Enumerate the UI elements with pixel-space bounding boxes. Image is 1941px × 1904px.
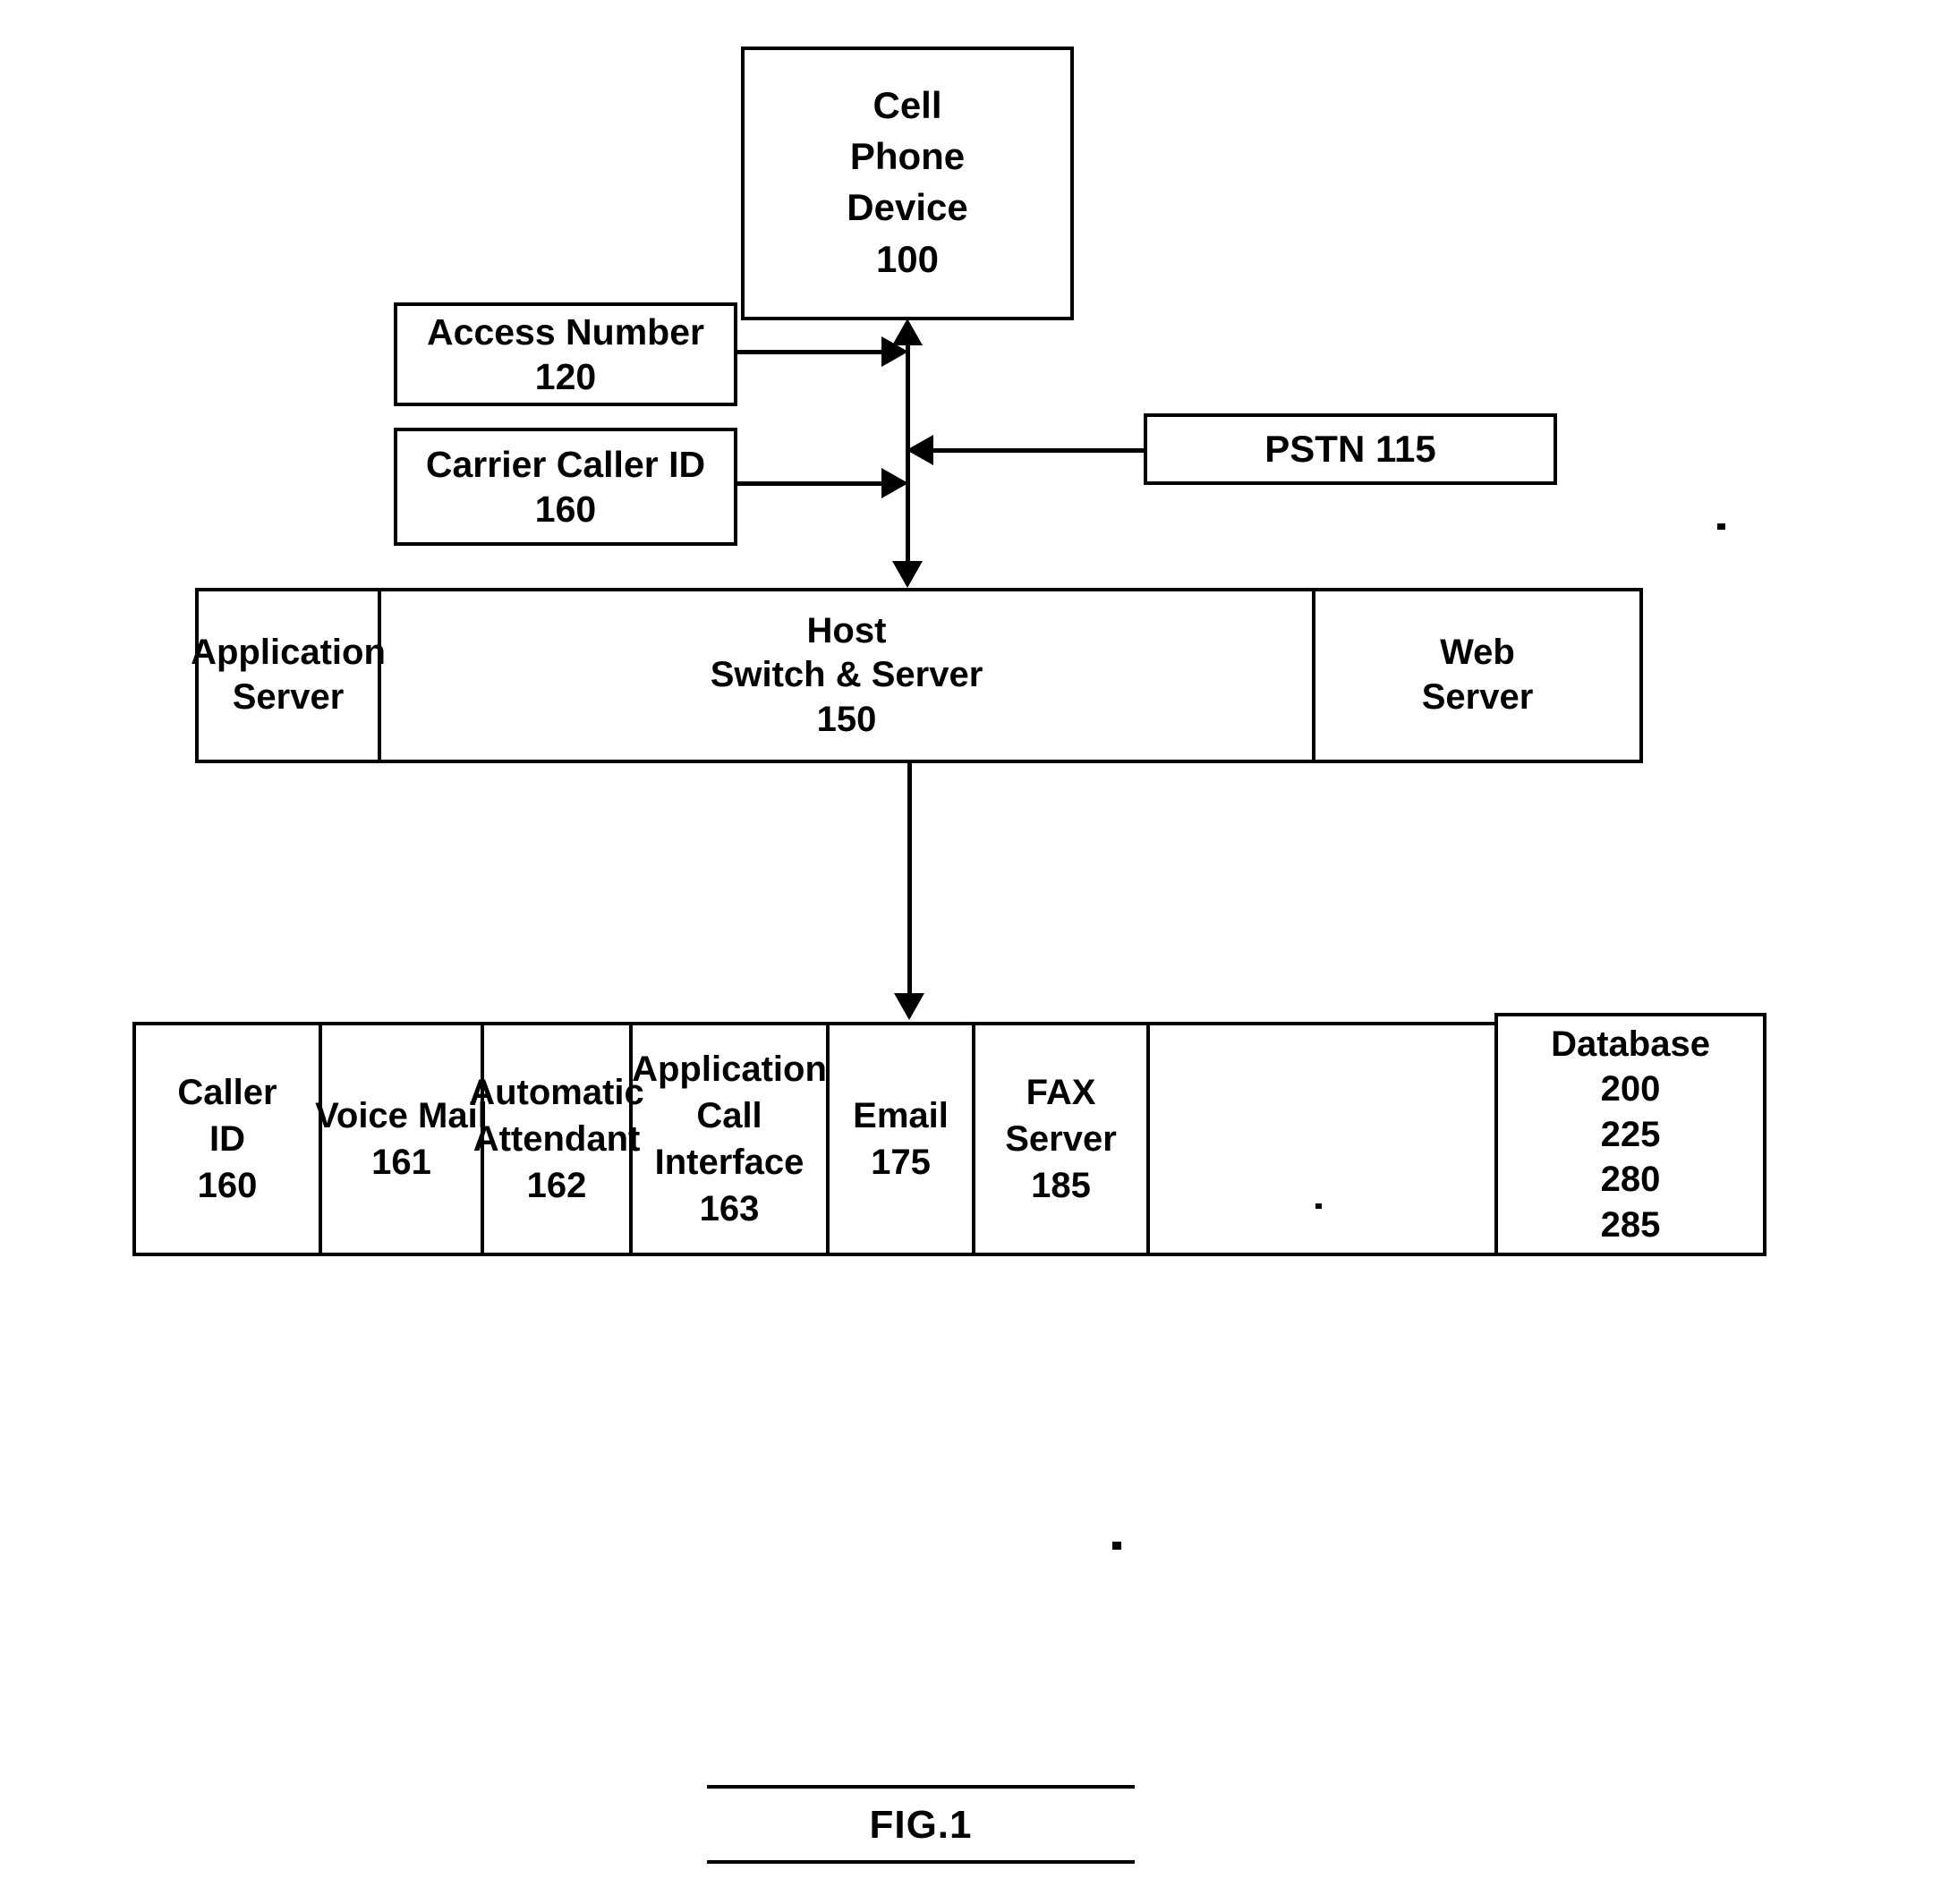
caption-rule-bottom bbox=[707, 1860, 1135, 1864]
node-label-line: Server bbox=[1421, 677, 1534, 717]
node-label-line: Email bbox=[853, 1096, 949, 1135]
scan-speck bbox=[1717, 523, 1725, 530]
connector-host-to-services bbox=[907, 763, 912, 994]
figure-page: Cell Phone Device 100 Access Number 120 … bbox=[0, 0, 1941, 1904]
arrowhead-down-to-services-row bbox=[894, 993, 924, 1020]
node-reference-number: 185 bbox=[1031, 1166, 1091, 1205]
node-label-line: Application bbox=[191, 633, 386, 673]
node-carrier-caller-id: Carrier Caller ID 160 bbox=[394, 428, 737, 546]
node-reference-number: 163 bbox=[699, 1189, 760, 1228]
node-label-line: Interface bbox=[654, 1143, 804, 1182]
node-label-line: ID bbox=[209, 1119, 245, 1159]
node-label-line: Carrier Caller ID bbox=[425, 443, 706, 485]
node-label-line: Voice Mail bbox=[315, 1096, 488, 1135]
node-reference-number: 285 bbox=[1600, 1204, 1661, 1245]
node-reference-number: 161 bbox=[371, 1143, 431, 1182]
node-reference-number: 175 bbox=[871, 1143, 931, 1182]
node-reference-number: 200 bbox=[1600, 1069, 1661, 1109]
node-cell-phone-device: Cell Phone Device 100 bbox=[741, 47, 1074, 320]
arrowhead-right-access-number bbox=[881, 336, 908, 367]
scan-speck bbox=[1315, 1203, 1322, 1209]
node-label-line: Caller bbox=[177, 1073, 277, 1112]
node-label-line: Server bbox=[1005, 1119, 1117, 1159]
connector-pstn-to-trunk bbox=[933, 448, 1146, 453]
node-reference-number: 100 bbox=[875, 237, 940, 280]
service-cell-fax-server: FAX Server 185 bbox=[975, 1025, 1150, 1253]
figure-caption: FIG.1 bbox=[707, 1785, 1135, 1864]
scan-speck bbox=[1112, 1542, 1121, 1550]
node-label-line: Web bbox=[1440, 633, 1515, 673]
node-reference-number: 280 bbox=[1600, 1160, 1661, 1200]
node-label-line: Application bbox=[632, 1050, 827, 1089]
node-reference-number: 160 bbox=[534, 488, 597, 530]
service-cell-automatic-attendant: Automatic Attendant 162 bbox=[469, 1025, 644, 1253]
node-access-number: Access Number 120 bbox=[394, 302, 737, 406]
node-label-line: Automatic bbox=[469, 1073, 644, 1112]
service-cell-email: Email 175 bbox=[830, 1025, 975, 1253]
service-cell-database: Database 200 225 280 285 bbox=[1494, 1013, 1766, 1256]
node-label-line: Host bbox=[806, 610, 887, 650]
node-label-line: Phone bbox=[849, 135, 966, 178]
node-label-line: Attendant bbox=[472, 1119, 641, 1159]
node-label-line: Server bbox=[232, 677, 345, 717]
node-label-line: Device bbox=[847, 186, 968, 229]
connector-carrier-caller-id-to-trunk bbox=[737, 481, 886, 486]
node-reference-number: 150 bbox=[816, 699, 877, 739]
node-label-line: PSTN 115 bbox=[1264, 428, 1436, 471]
host-row: Application Server Host Switch & Server … bbox=[191, 588, 1643, 763]
host-cell-host-switch-server: Host Switch & Server 150 bbox=[381, 591, 1312, 760]
arrowhead-down-to-host-row bbox=[892, 561, 923, 588]
node-label-line: FAX bbox=[1026, 1073, 1096, 1112]
figure-caption-text: FIG.1 bbox=[869, 1803, 973, 1847]
service-cell-application-call-interface: Application Call Interface 163 bbox=[632, 1025, 830, 1253]
host-cell-web-server: Web Server bbox=[1312, 591, 1639, 760]
node-reference-number: 162 bbox=[526, 1166, 587, 1205]
arrowhead-left-pstn bbox=[907, 435, 933, 465]
connector-access-number-to-trunk bbox=[737, 350, 886, 354]
node-reference-number: 225 bbox=[1600, 1114, 1661, 1154]
arrowhead-right-carrier-caller-id bbox=[881, 468, 908, 498]
node-label-line: Cell bbox=[873, 84, 942, 126]
node-label-line: Call bbox=[696, 1096, 762, 1135]
host-cell-application-server: Application Server bbox=[191, 591, 386, 760]
node-label-line: Switch & Server bbox=[710, 655, 983, 695]
node-reference-number: 160 bbox=[197, 1166, 258, 1205]
service-cell-voice-mail: Voice Mail 161 bbox=[315, 1025, 488, 1253]
node-label-line: Database bbox=[1551, 1024, 1710, 1065]
node-label-line: Access Number bbox=[427, 310, 704, 353]
node-reference-number: 120 bbox=[534, 356, 597, 397]
node-pstn: PSTN 115 bbox=[1144, 413, 1557, 485]
service-cell-caller-id: Caller ID 160 bbox=[136, 1025, 322, 1253]
